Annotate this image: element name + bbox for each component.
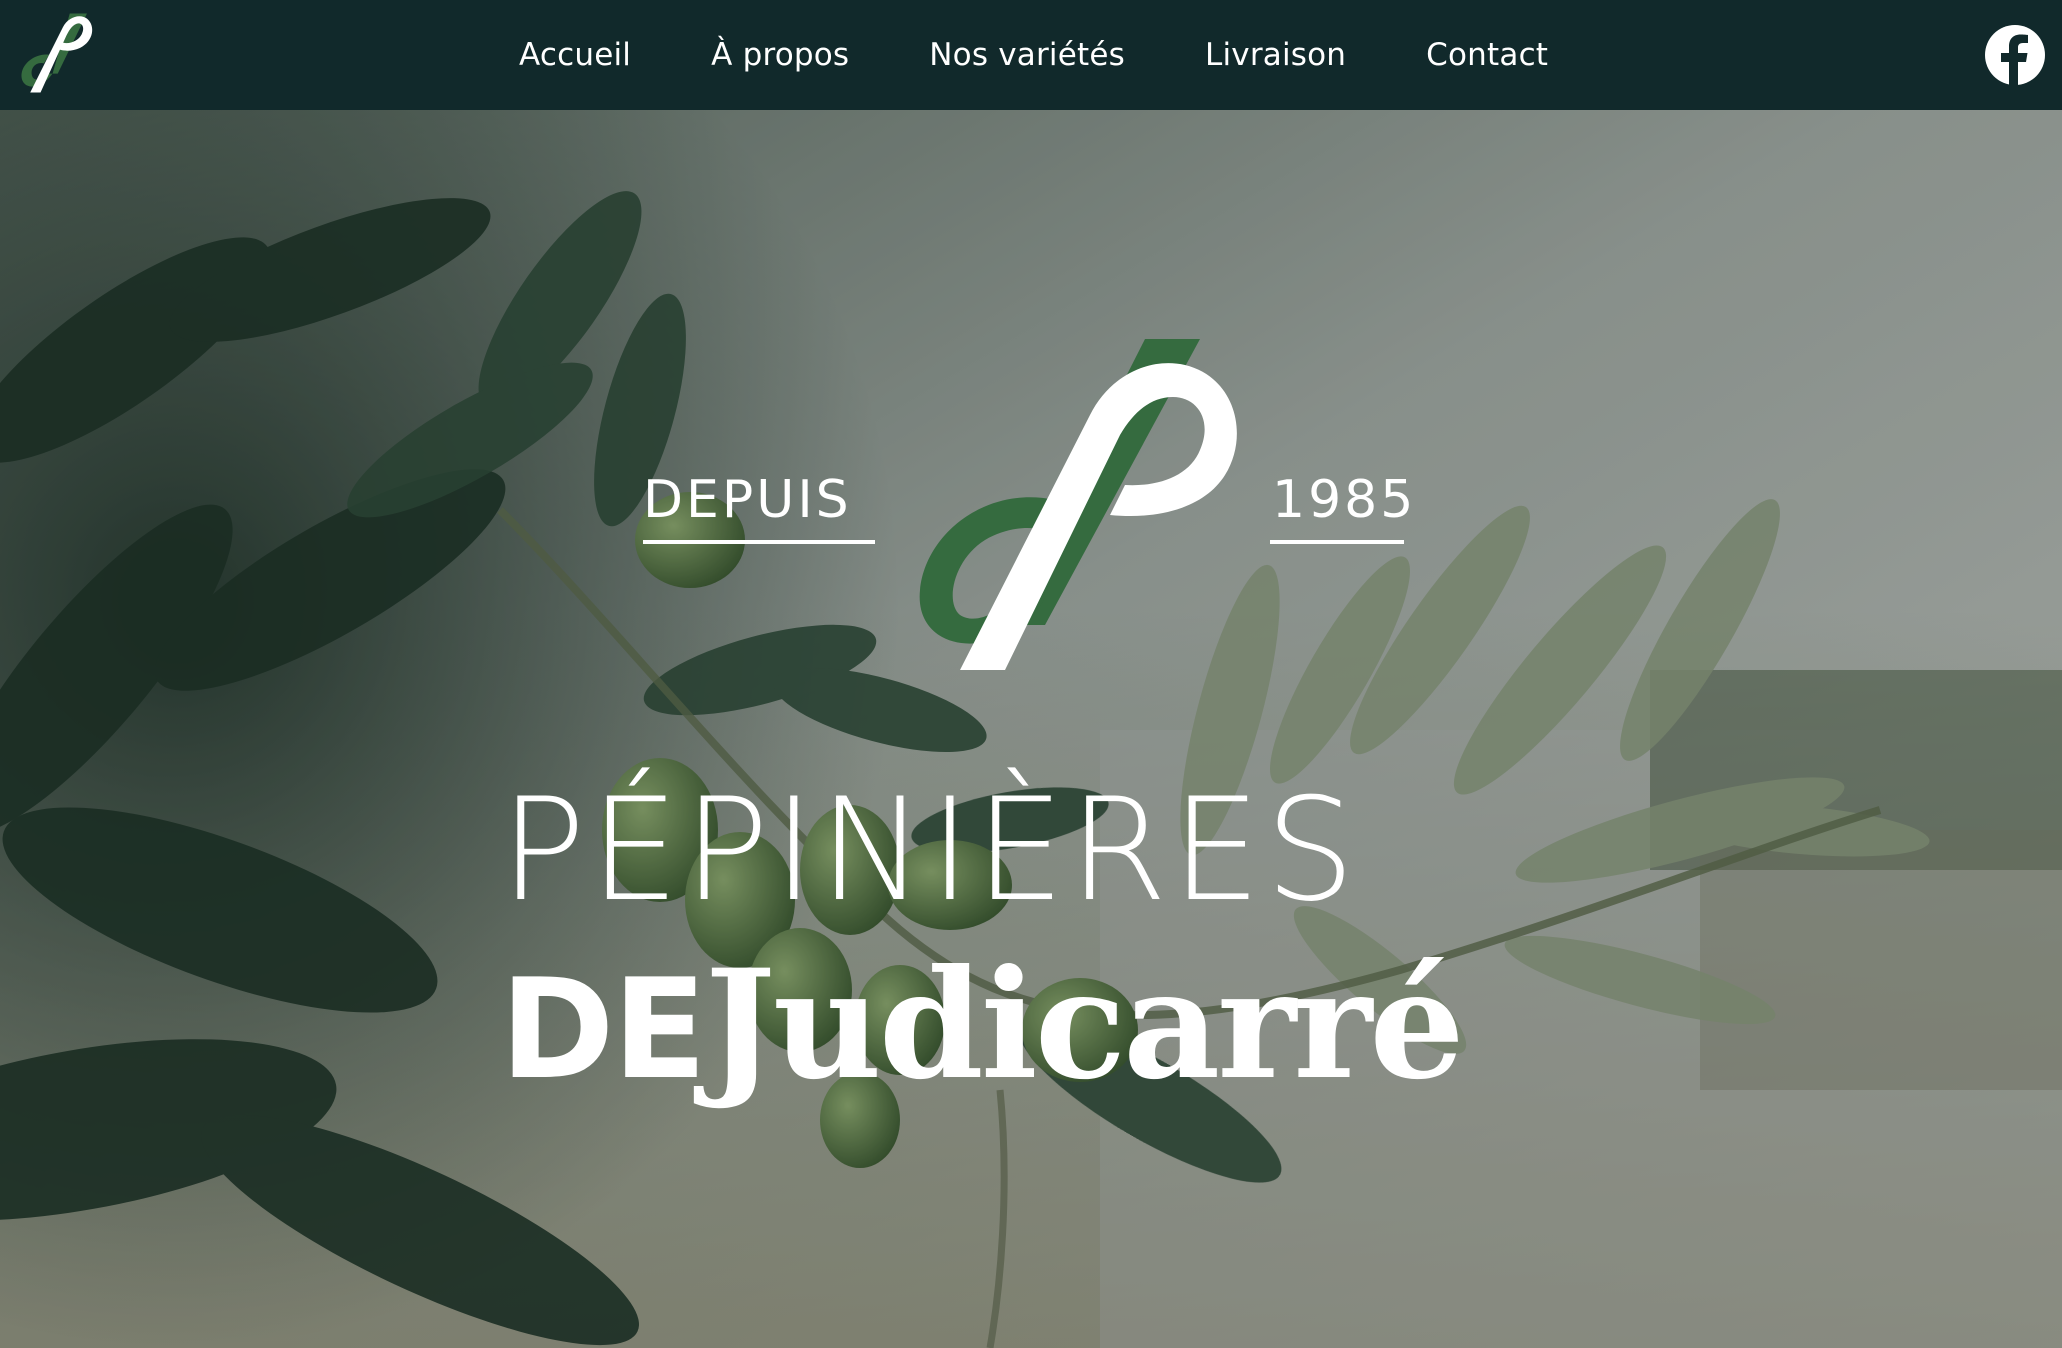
nav-link-nos-varietes[interactable]: Nos variétés (929, 37, 1125, 73)
since-underline (643, 540, 875, 544)
hero-brand-logo-icon (919, 339, 1237, 670)
nav-link-contact[interactable]: Contact (1426, 37, 1548, 73)
nav-link-accueil[interactable]: Accueil (519, 37, 631, 73)
since-year: 1985 (1272, 470, 1417, 530)
hero-section: DEPUIS 1985 PÉPINIÈRES DEJudicarré (0, 110, 2062, 1348)
brand-logo-icon[interactable] (12, 10, 100, 96)
brand-title-line-1: PÉPINIÈRES (500, 768, 1360, 933)
brand-title-name: Judicarré (704, 937, 1465, 1113)
since-year-underline (1270, 540, 1404, 544)
main-navigation: Accueil À propos Nos variétés Livraison … (519, 0, 1628, 110)
top-navbar: Accueil À propos Nos variétés Livraison … (0, 0, 2062, 110)
nav-link-livraison[interactable]: Livraison (1205, 37, 1346, 73)
hero-brand-lockup: DEPUIS 1985 PÉPINIÈRES DEJudicarré (0, 110, 2062, 1348)
brand-title-line-2: DEJudicarré (500, 950, 1465, 1100)
since-label: DEPUIS (643, 470, 852, 530)
brand-title-prefix: DE (500, 949, 707, 1110)
facebook-icon[interactable] (1984, 24, 2046, 86)
nav-link-a-propos[interactable]: À propos (711, 37, 849, 73)
